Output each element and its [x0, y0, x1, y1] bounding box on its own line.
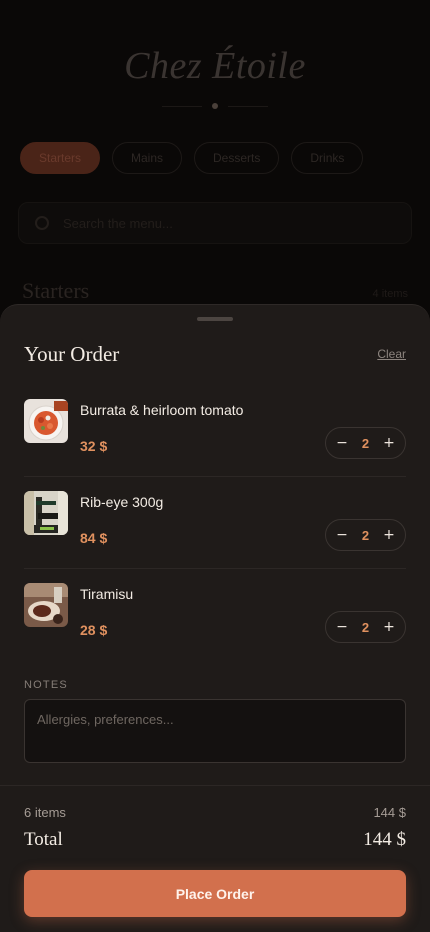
tab-starters: Starters — [20, 142, 100, 174]
subtotal-value: 144 $ — [373, 805, 406, 820]
tab-desserts: Desserts — [194, 142, 280, 174]
order-sheet: Your Order Clear Burrata & heirloom toma… — [0, 304, 430, 932]
decrease-quantity-button[interactable]: − — [334, 619, 350, 635]
quantity-stepper: − 2 + — [325, 519, 406, 551]
item-price: 28 $ — [80, 622, 108, 638]
item-price: 84 $ — [80, 530, 108, 546]
quantity-value: 2 — [361, 527, 370, 543]
summary-divider — [0, 785, 430, 786]
tiramisu-thumbnail — [24, 583, 68, 627]
item-name: Tiramisu — [80, 586, 134, 602]
notes-label: NOTES — [24, 679, 68, 691]
tab-mains: Mains — [112, 142, 183, 174]
total-label: Total — [24, 829, 63, 850]
brand-divider — [0, 103, 430, 109]
tab-drinks: Drinks — [291, 142, 364, 174]
notes-field[interactable] — [24, 699, 406, 763]
order-items-list: Burrata & heirloom tomato 32 $ − 2 + Rib… — [24, 385, 406, 661]
clear-order-button[interactable]: Clear — [377, 347, 406, 361]
ribeye-thumbnail — [24, 491, 68, 535]
quantity-value: 2 — [361, 619, 370, 635]
item-count-label: 6 items — [24, 805, 66, 820]
sheet-drag-handle[interactable] — [197, 317, 233, 321]
decrease-quantity-button[interactable]: − — [334, 435, 350, 451]
quantity-stepper: − 2 + — [325, 427, 406, 459]
category-tabs: Starters Mains Desserts Drinks — [20, 142, 364, 174]
brand-logo: Chez Étoile — [124, 45, 306, 87]
menu-search: Search the menu... — [18, 202, 412, 244]
order-item: Tiramisu 28 $ − 2 + — [24, 569, 406, 661]
increase-quantity-button[interactable]: + — [381, 527, 397, 543]
item-name: Burrata & heirloom tomato — [80, 402, 244, 418]
increase-quantity-button[interactable]: + — [381, 435, 397, 451]
item-price: 32 $ — [80, 438, 108, 454]
search-icon — [35, 216, 49, 230]
increase-quantity-button[interactable]: + — [381, 619, 397, 635]
quantity-stepper: − 2 + — [325, 611, 406, 643]
decrease-quantity-button[interactable]: − — [334, 527, 350, 543]
item-name: Rib-eye 300g — [80, 494, 164, 510]
order-title: Your Order — [24, 342, 120, 366]
burrata-thumbnail — [24, 399, 68, 443]
quantity-value: 2 — [361, 435, 370, 451]
order-item: Burrata & heirloom tomato 32 $ − 2 + — [24, 385, 406, 477]
place-order-button[interactable]: Place Order — [24, 870, 406, 917]
section-title: Starters — [22, 278, 90, 303]
order-item: Rib-eye 300g 84 $ − 2 + — [24, 477, 406, 569]
search-placeholder: Search the menu... — [63, 216, 173, 231]
section-count: 4 items — [372, 288, 408, 300]
total-value: 144 $ — [363, 829, 406, 850]
